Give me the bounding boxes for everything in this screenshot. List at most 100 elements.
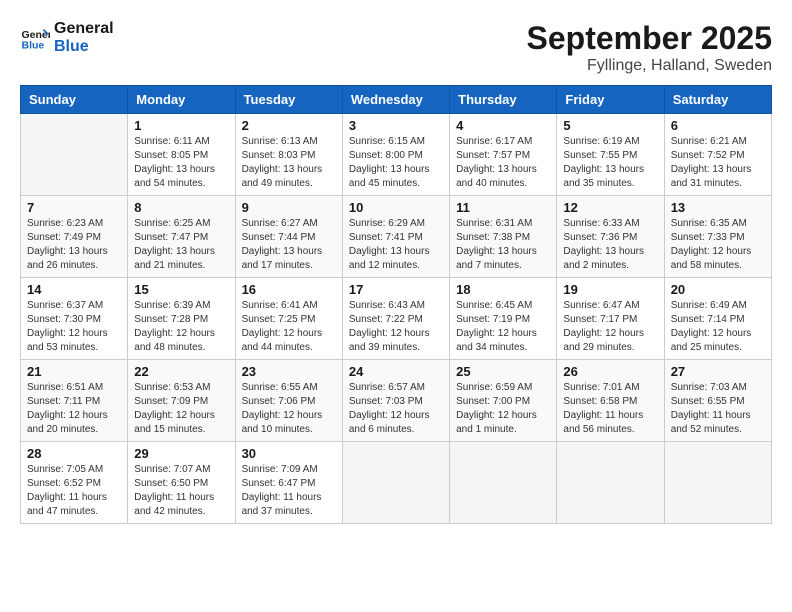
day-number: 7 [27,200,121,215]
calendar-cell: 18Sunrise: 6:45 AMSunset: 7:19 PMDayligh… [450,278,557,360]
weekday-header-saturday: Saturday [664,86,771,114]
page-header: General Blue General Blue September 2025… [20,20,772,75]
sunset-text: Sunset: 7:44 PM [242,231,336,245]
sunrise-text: Sunrise: 6:51 AM [27,381,121,395]
daylight-text: Daylight: 11 hours and 37 minutes. [242,491,336,519]
daylight-text: Daylight: 11 hours and 56 minutes. [563,409,657,437]
daylight-text: Daylight: 12 hours and 25 minutes. [671,327,765,355]
sunset-text: Sunset: 7:57 PM [456,149,550,163]
day-number: 5 [563,118,657,133]
calendar-cell: 16Sunrise: 6:41 AMSunset: 7:25 PMDayligh… [235,278,342,360]
sunrise-text: Sunrise: 6:53 AM [134,381,228,395]
weekday-header-wednesday: Wednesday [342,86,449,114]
calendar-cell: 12Sunrise: 6:33 AMSunset: 7:36 PMDayligh… [557,196,664,278]
daylight-text: Daylight: 12 hours and 34 minutes. [456,327,550,355]
logo-icon: General Blue [20,23,50,53]
sunset-text: Sunset: 7:52 PM [671,149,765,163]
day-number: 6 [671,118,765,133]
daylight-text: Daylight: 13 hours and 7 minutes. [456,245,550,273]
day-number: 30 [242,446,336,461]
daylight-text: Daylight: 12 hours and 53 minutes. [27,327,121,355]
location-subtitle: Fyllinge, Halland, Sweden [527,57,772,75]
day-number: 26 [563,364,657,379]
daylight-text: Daylight: 13 hours and 17 minutes. [242,245,336,273]
daylight-text: Daylight: 12 hours and 58 minutes. [671,245,765,273]
sunrise-text: Sunrise: 6:19 AM [563,135,657,149]
daylight-text: Daylight: 13 hours and 21 minutes. [134,245,228,273]
sunset-text: Sunset: 7:19 PM [456,313,550,327]
day-number: 23 [242,364,336,379]
sunrise-text: Sunrise: 7:01 AM [563,381,657,395]
day-number: 8 [134,200,228,215]
calendar-cell: 14Sunrise: 6:37 AMSunset: 7:30 PMDayligh… [21,278,128,360]
sunset-text: Sunset: 7:14 PM [671,313,765,327]
week-row-5: 28Sunrise: 7:05 AMSunset: 6:52 PMDayligh… [21,442,772,524]
sunset-text: Sunset: 6:50 PM [134,477,228,491]
calendar-cell: 19Sunrise: 6:47 AMSunset: 7:17 PMDayligh… [557,278,664,360]
logo-blue: Blue [54,38,114,56]
title-area: September 2025 Fyllinge, Halland, Sweden [527,20,772,75]
calendar-cell: 8 Sunrise: 6:25 AMSunset: 7:47 PMDaylight… [128,196,235,278]
sunset-text: Sunset: 7:47 PM [134,231,228,245]
day-number: 9 [242,200,336,215]
sunrise-text: Sunrise: 6:47 AM [563,299,657,313]
sunrise-text: Sunrise: 6:43 AM [349,299,443,313]
sunset-text: Sunset: 6:55 PM [671,395,765,409]
sunrise-text: Sunrise: 6:15 AM [349,135,443,149]
sunrise-text: Sunrise: 6:25 AM [134,217,228,231]
sunrise-text: Sunrise: 7:05 AM [27,463,121,477]
calendar-cell: 9Sunrise: 6:27 AMSunset: 7:44 PMDaylight… [235,196,342,278]
daylight-text: Daylight: 13 hours and 35 minutes. [563,163,657,191]
day-number: 11 [456,200,550,215]
sunrise-text: Sunrise: 6:33 AM [563,217,657,231]
daylight-text: Daylight: 13 hours and 40 minutes. [456,163,550,191]
daylight-text: Daylight: 12 hours and 15 minutes. [134,409,228,437]
daylight-text: Daylight: 12 hours and 1 minute. [456,409,550,437]
sunset-text: Sunset: 7:00 PM [456,395,550,409]
day-number: 22 [134,364,228,379]
calendar-cell: 25Sunrise: 6:59 AMSunset: 7:00 PMDayligh… [450,360,557,442]
sunrise-text: Sunrise: 7:07 AM [134,463,228,477]
sunrise-text: Sunrise: 6:57 AM [349,381,443,395]
calendar-cell: 15Sunrise: 6:39 AMSunset: 7:28 PMDayligh… [128,278,235,360]
sunset-text: Sunset: 7:11 PM [27,395,121,409]
sunrise-text: Sunrise: 7:09 AM [242,463,336,477]
day-number: 20 [671,282,765,297]
week-row-1: 1Sunrise: 6:11 AMSunset: 8:05 PMDaylight… [21,114,772,196]
sunset-text: Sunset: 7:09 PM [134,395,228,409]
calendar-cell [664,442,771,524]
sunrise-text: Sunrise: 6:29 AM [349,217,443,231]
calendar-cell [342,442,449,524]
sunset-text: Sunset: 7:22 PM [349,313,443,327]
daylight-text: Daylight: 13 hours and 2 minutes. [563,245,657,273]
calendar-cell: 5Sunrise: 6:19 AMSunset: 7:55 PMDaylight… [557,114,664,196]
sunrise-text: Sunrise: 7:03 AM [671,381,765,395]
daylight-text: Daylight: 12 hours and 10 minutes. [242,409,336,437]
sunset-text: Sunset: 7:41 PM [349,231,443,245]
day-number: 28 [27,446,121,461]
day-number: 3 [349,118,443,133]
calendar-cell: 26Sunrise: 7:01 AMSunset: 6:58 PMDayligh… [557,360,664,442]
week-row-4: 21Sunrise: 6:51 AMSunset: 7:11 PMDayligh… [21,360,772,442]
daylight-text: Daylight: 13 hours and 12 minutes. [349,245,443,273]
weekday-header-friday: Friday [557,86,664,114]
sunset-text: Sunset: 7:33 PM [671,231,765,245]
day-number: 12 [563,200,657,215]
day-number: 19 [563,282,657,297]
calendar-cell: 4Sunrise: 6:17 AMSunset: 7:57 PMDaylight… [450,114,557,196]
calendar-cell: 3Sunrise: 6:15 AMSunset: 8:00 PMDaylight… [342,114,449,196]
sunrise-text: Sunrise: 6:23 AM [27,217,121,231]
calendar-cell: 13Sunrise: 6:35 AMSunset: 7:33 PMDayligh… [664,196,771,278]
calendar-cell: 6Sunrise: 6:21 AMSunset: 7:52 PMDaylight… [664,114,771,196]
daylight-text: Daylight: 12 hours and 44 minutes. [242,327,336,355]
daylight-text: Daylight: 13 hours and 54 minutes. [134,163,228,191]
daylight-text: Daylight: 11 hours and 47 minutes. [27,491,121,519]
month-title: September 2025 [527,20,772,57]
day-number: 21 [27,364,121,379]
calendar-cell: 1Sunrise: 6:11 AMSunset: 8:05 PMDaylight… [128,114,235,196]
daylight-text: Daylight: 13 hours and 26 minutes. [27,245,121,273]
calendar-cell: 10Sunrise: 6:29 AMSunset: 7:41 PMDayligh… [342,196,449,278]
calendar-cell: 27Sunrise: 7:03 AMSunset: 6:55 PMDayligh… [664,360,771,442]
sunset-text: Sunset: 8:00 PM [349,149,443,163]
daylight-text: Daylight: 12 hours and 20 minutes. [27,409,121,437]
